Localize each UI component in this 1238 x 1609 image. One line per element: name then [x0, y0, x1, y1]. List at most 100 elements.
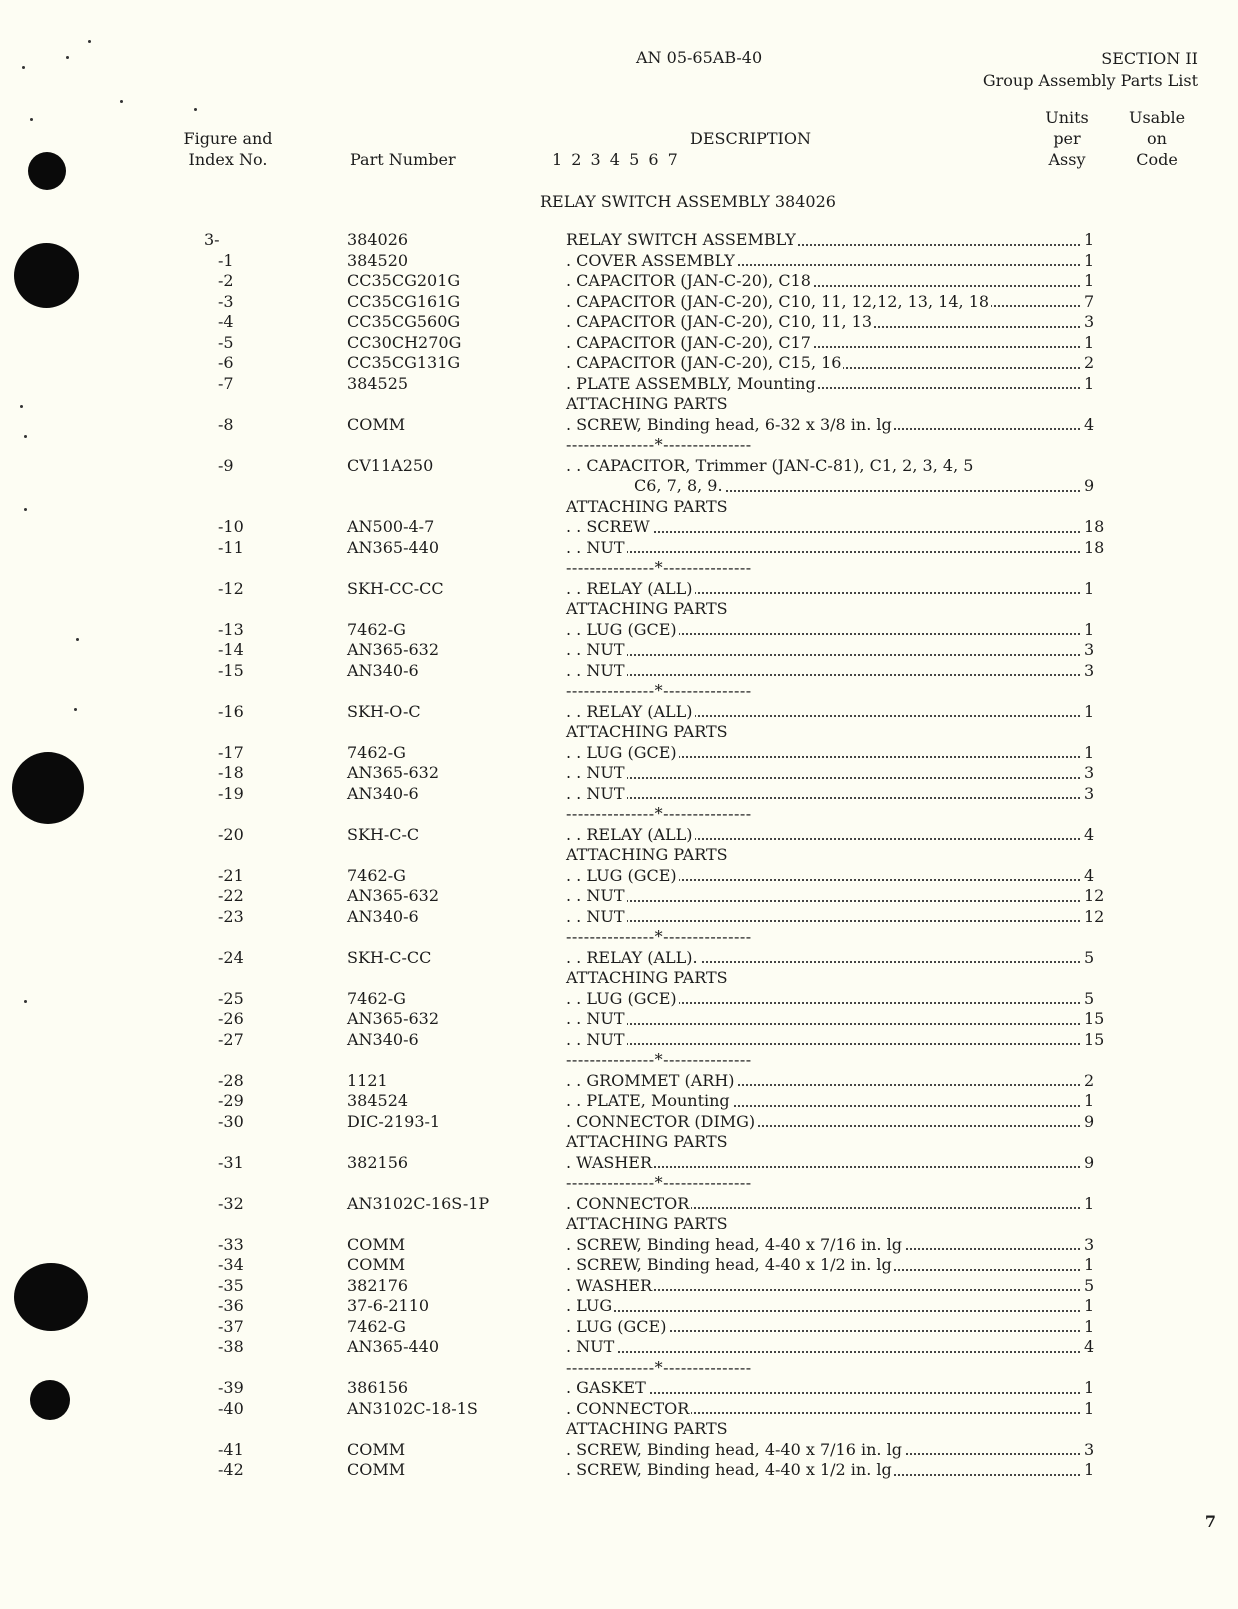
- figure-index: -6: [218, 353, 234, 372]
- table-row: -4 CC35CG560G . CAPACITOR (JAN-C-20), C10,…: [0, 312, 1238, 333]
- figure-index: -4: [218, 312, 234, 331]
- table-row: -42 COMM . SCREW, Binding head, 4-40 x 1/2…: [0, 1460, 1238, 1481]
- table-row: -10 AN500-4-7 . . SCREW 18: [0, 517, 1238, 538]
- table-row: -37 7462-G . LUG (GCE) 1: [0, 1316, 1238, 1338]
- units-per-assy: 5: [1084, 947, 1095, 967]
- figure-index: -22: [218, 886, 244, 905]
- units-per-assy: 1: [1084, 230, 1095, 249]
- speck: [30, 118, 33, 121]
- table-row: -31 382156 . WASHER 9: [0, 1152, 1238, 1174]
- units-per-assy: 5: [1084, 1275, 1095, 1295]
- units-per-assy: 1: [1084, 250, 1095, 270]
- dot-leader: [566, 776, 1080, 779]
- attaching-parts-heading: ATTACHING PARTS: [566, 496, 728, 516]
- description-text: . . RELAY (ALL): [566, 578, 695, 598]
- units-per-assy: 3: [1084, 763, 1095, 782]
- attaching-parts-heading: ATTACHING PARTS: [566, 394, 728, 413]
- figure-index: -14: [218, 640, 244, 659]
- units-per-assy: 4: [1084, 414, 1095, 434]
- description-text: . . SCREW: [566, 517, 652, 536]
- figure-index: -7: [218, 373, 234, 393]
- table-row: -26 AN365-632 . . NUT 15: [0, 1009, 1238, 1030]
- description-text: . . NUT: [566, 763, 627, 782]
- part-number: DIC-2193-1: [347, 1111, 441, 1131]
- description: . . NUT: [566, 886, 1080, 907]
- description-text: . . RELAY (ALL).: [566, 947, 700, 967]
- table-row: -19 AN340-6 . . NUT 3: [0, 783, 1238, 805]
- dot-leader: [566, 1350, 1080, 1353]
- figure-index: -8: [218, 414, 234, 434]
- description-text: . GASKET: [566, 1378, 648, 1397]
- attaching-parts-label: ATTACHING PARTS: [0, 845, 1238, 866]
- separator-row: ---------------*---------------: [0, 1358, 1238, 1379]
- units-per-assy: 1: [1084, 373, 1095, 393]
- speck: [66, 56, 69, 59]
- attaching-parts-heading: ATTACHING PARTS: [566, 1419, 728, 1438]
- table-row: -23 AN340-6 . . NUT 12: [0, 906, 1238, 928]
- part-number: COMM: [347, 1439, 406, 1459]
- units-per-assy: 15: [1084, 1029, 1105, 1049]
- description: . SCREW, Binding head, 4-40 x 7/16 in. l…: [566, 1234, 1080, 1256]
- description-text: . SCREW, Binding head, 6-32 x 3/8 in. lg: [566, 414, 894, 434]
- description-text: . SCREW, Binding head, 4-40 x 1/2 in. lg: [566, 1255, 894, 1274]
- table-row: -29 384524 . . PLATE, Mounting 1: [0, 1091, 1238, 1112]
- description-text: . CONNECTOR: [566, 1193, 692, 1213]
- description-text: . PLATE ASSEMBLY, Mounting: [566, 373, 818, 393]
- table-row: -24 SKH-C-CC . . RELAY (ALL). 5: [0, 947, 1238, 969]
- column-header-usable-on-code: Usable on Code: [1128, 108, 1186, 169]
- part-number: 7462-G: [347, 988, 406, 1008]
- description: . . LUG (GCE): [566, 865, 1080, 887]
- part-number: CC35CG161G: [347, 291, 461, 311]
- part-number: 384525: [347, 373, 409, 393]
- figure-index: -2: [218, 271, 234, 290]
- units-per-assy: 1: [1084, 1316, 1095, 1336]
- units-per-assy: 1: [1084, 1255, 1095, 1274]
- description: . . NUT: [566, 1009, 1080, 1030]
- parts-list: 3- 384026 RELAY SWITCH ASSEMBLY 1 -1 384520 . …: [0, 230, 1238, 1481]
- figure-index: -13: [218, 619, 244, 639]
- table-row: -3 CC35CG161G . CAPACITOR (JAN-C-20), C10,…: [0, 291, 1238, 313]
- dot-leader: [566, 1309, 1080, 1312]
- description: . . GROMMET (ARH): [566, 1070, 1080, 1092]
- description: . CONNECTOR: [566, 1398, 1080, 1420]
- part-number: 384026: [347, 230, 409, 249]
- figure-index: -16: [218, 701, 244, 721]
- description: . . RELAY (ALL): [566, 578, 1080, 600]
- dot-leader: [566, 674, 1080, 676]
- units-per-assy: 3: [1084, 640, 1095, 659]
- column-header-description: DESCRIPTION: [690, 129, 811, 148]
- part-number: AN340-6: [347, 1029, 419, 1049]
- description: . CAPACITOR (JAN-C-20), C10, 11, 13: [566, 312, 1080, 333]
- units-per-assy: 1: [1084, 271, 1095, 290]
- figure-index: -42: [218, 1460, 244, 1479]
- description-text: . CONNECTOR (DIMG): [566, 1111, 758, 1131]
- units-per-assy: 5: [1084, 988, 1095, 1008]
- dot-leader: [566, 1022, 1080, 1025]
- table-row: -35 382176 . WASHER 5: [0, 1275, 1238, 1297]
- table-row: -11 AN365-440 . . NUT 18: [0, 537, 1238, 559]
- description: C6, 7, 8, 9.: [634, 476, 1080, 497]
- description: . . NUT: [566, 906, 1080, 928]
- attaching-parts-heading: ATTACHING PARTS: [566, 1214, 728, 1233]
- description-text: . . NUT: [566, 1029, 627, 1049]
- table-row: -41 COMM . SCREW, Binding head, 4-40 x 7/1…: [0, 1439, 1238, 1461]
- units-per-assy: 18: [1084, 537, 1105, 557]
- table-row: -9 CV11A250 . . CAPACITOR, Trimmer (JAN-C-…: [0, 455, 1238, 477]
- units-per-assy: 2: [1084, 1070, 1095, 1090]
- description-text: . . RELAY (ALL): [566, 824, 695, 844]
- part-number: AN500-4-7: [347, 517, 435, 536]
- table-row: -17 7462-G . . LUG (GCE) 1: [0, 742, 1238, 764]
- description: . SCREW, Binding head, 4-40 x 7/16 in. l…: [566, 1439, 1080, 1461]
- description: . . PLATE, Mounting: [566, 1091, 1080, 1112]
- part-number: SKH-C-C: [347, 824, 420, 844]
- units-per-assy: 9: [1084, 1111, 1095, 1131]
- description-text: . . NUT: [566, 1009, 627, 1028]
- part-number: 1121: [347, 1070, 388, 1090]
- part-number: CV11A250: [347, 455, 434, 475]
- column-header-figure-index: Figure and Index No.: [183, 129, 273, 169]
- description: . CAPACITOR (JAN-C-20), C17: [566, 332, 1080, 354]
- description: . . CAPACITOR, Trimmer (JAN-C-81), C1, 2…: [566, 455, 1080, 477]
- description-text: . . CAPACITOR, Trimmer (JAN-C-81), C1, 2…: [566, 455, 976, 475]
- units-per-assy: 3: [1084, 1234, 1095, 1254]
- figure-index: -29: [218, 1091, 244, 1110]
